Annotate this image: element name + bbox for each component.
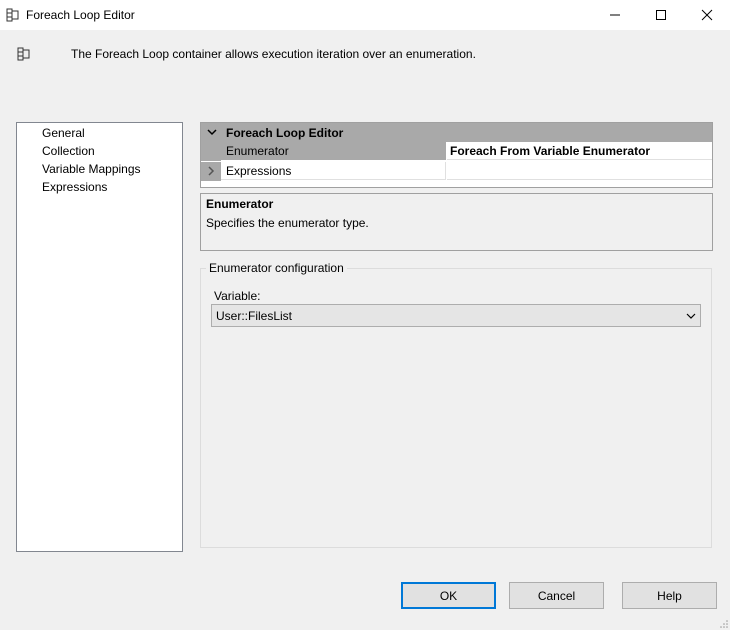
chevron-down-icon[interactable] bbox=[686, 311, 696, 321]
description-text: Specifies the enumerator type. bbox=[206, 216, 369, 230]
resize-grip-icon[interactable] bbox=[719, 619, 729, 629]
nav-item-expressions[interactable]: Expressions bbox=[42, 180, 107, 194]
description-title: Enumerator bbox=[206, 197, 274, 211]
close-icon bbox=[701, 9, 713, 21]
minimize-icon bbox=[610, 14, 620, 16]
foreach-container-icon bbox=[17, 47, 30, 61]
property-grid: Foreach Loop Editor Enumerator Foreach F… bbox=[200, 122, 713, 188]
variable-label: Variable: bbox=[214, 289, 261, 303]
property-row-expressions[interactable]: Expressions bbox=[201, 162, 712, 181]
property-category-label: Foreach Loop Editor bbox=[226, 126, 344, 140]
property-value[interactable] bbox=[447, 162, 712, 180]
header-description: The Foreach Loop container allows execut… bbox=[71, 47, 476, 61]
property-description-panel: Enumerator Specifies the enumerator type… bbox=[200, 193, 713, 251]
property-name: Enumerator bbox=[221, 142, 446, 160]
nav-item-variable-mappings[interactable]: Variable Mappings bbox=[42, 162, 141, 176]
property-value[interactable]: Foreach From Variable Enumerator bbox=[447, 142, 712, 160]
chevron-down-icon[interactable] bbox=[207, 127, 217, 137]
property-row-enumerator[interactable]: Enumerator Foreach From Variable Enumera… bbox=[201, 142, 712, 161]
property-gutter bbox=[201, 162, 221, 181]
minimize-button[interactable] bbox=[592, 0, 638, 30]
maximize-icon bbox=[656, 10, 666, 20]
enumerator-config-label: Enumerator configuration bbox=[206, 261, 347, 275]
property-category-row[interactable]: Foreach Loop Editor bbox=[201, 123, 712, 142]
ok-button[interactable]: OK bbox=[401, 582, 496, 609]
variable-select[interactable]: User::FilesList bbox=[211, 304, 701, 327]
page-nav-list: General Collection Variable Mappings Exp… bbox=[16, 122, 183, 552]
nav-item-collection[interactable]: Collection bbox=[42, 144, 95, 158]
property-name: Expressions bbox=[221, 162, 446, 180]
maximize-button[interactable] bbox=[638, 0, 684, 30]
foreach-container-icon bbox=[6, 8, 19, 22]
window-title: Foreach Loop Editor bbox=[26, 8, 135, 22]
chevron-right-icon[interactable] bbox=[206, 166, 216, 176]
help-button[interactable]: Help bbox=[622, 582, 717, 609]
property-gutter bbox=[201, 142, 221, 161]
close-button[interactable] bbox=[684, 0, 730, 30]
nav-item-general[interactable]: General bbox=[42, 126, 85, 140]
variable-select-value: User::FilesList bbox=[216, 309, 293, 323]
cancel-button[interactable]: Cancel bbox=[509, 582, 604, 609]
